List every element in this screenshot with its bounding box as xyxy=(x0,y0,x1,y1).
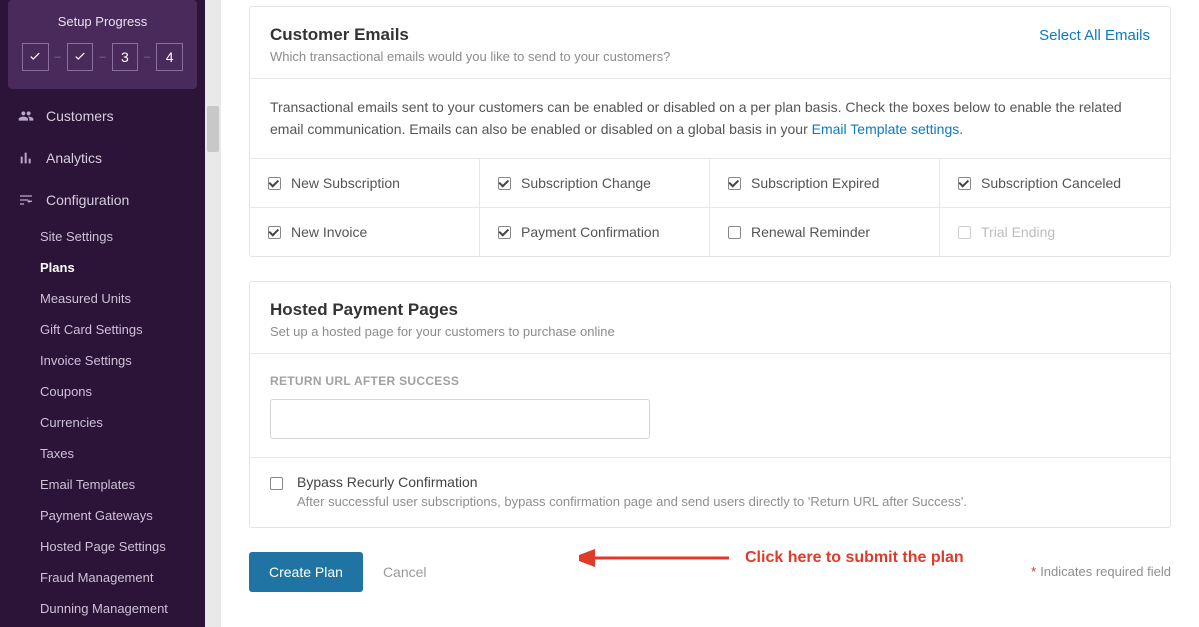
subnav-taxes[interactable]: Taxes xyxy=(0,438,205,469)
nav-label: Analytics xyxy=(46,150,102,166)
main-scrollbar-thumb[interactable] xyxy=(207,106,219,152)
select-all-emails-link[interactable]: Select All Emails xyxy=(1039,27,1150,44)
cancel-link[interactable]: Cancel xyxy=(383,564,427,580)
subnav-site-settings[interactable]: Site Settings xyxy=(0,221,205,252)
subnav-payment-gateways[interactable]: Payment Gateways xyxy=(0,500,205,531)
config-icon xyxy=(18,192,34,208)
bypass-row: Bypass Recurly Confirmation After succes… xyxy=(250,457,1170,527)
email-label: New Subscription xyxy=(291,175,400,191)
email-new-invoice[interactable]: New Invoice xyxy=(250,207,480,256)
email-label: Renewal Reminder xyxy=(751,224,870,240)
email-label: Trial Ending xyxy=(981,224,1055,240)
subnav-dunning-management[interactable]: Dunning Management xyxy=(0,593,205,624)
required-note: *Indicates required field xyxy=(1031,564,1171,579)
checkbox[interactable] xyxy=(728,177,741,190)
subnav-coupons[interactable]: Coupons xyxy=(0,376,205,407)
customer-emails-description: Transactional emails sent to your custom… xyxy=(250,78,1170,158)
customer-emails-panel: Customer Emails Which transactional emai… xyxy=(249,6,1171,257)
checkbox[interactable] xyxy=(958,177,971,190)
analytics-icon xyxy=(18,150,34,166)
email-trial-ending: Trial Ending xyxy=(940,207,1170,256)
setup-step-2[interactable] xyxy=(67,43,94,71)
email-subscription-expired[interactable]: Subscription Expired xyxy=(710,158,940,207)
hosted-payment-panel: Hosted Payment Pages Set up a hosted pag… xyxy=(249,281,1171,528)
setup-steps: – – 3 – 4 xyxy=(22,43,183,71)
email-label: Payment Confirmation xyxy=(521,224,660,240)
email-template-settings-link[interactable]: Email Template settings xyxy=(812,121,960,137)
checkbox[interactable] xyxy=(728,226,741,239)
subnav-plans[interactable]: Plans xyxy=(0,252,205,283)
setup-progress-card: Setup Progress – – 3 – 4 xyxy=(8,0,197,89)
email-payment-confirmation[interactable]: Payment Confirmation xyxy=(480,207,710,256)
step-sep: – xyxy=(99,51,105,63)
email-label: Subscription Canceled xyxy=(981,175,1121,191)
bypass-hint: After successful user subscriptions, byp… xyxy=(297,494,967,509)
email-label: Subscription Change xyxy=(521,175,651,191)
hosted-payment-title: Hosted Payment Pages xyxy=(270,300,615,320)
checkbox[interactable] xyxy=(498,226,511,239)
nav-customers[interactable]: Customers xyxy=(0,95,205,137)
return-url-input[interactable] xyxy=(270,399,650,439)
bypass-checkbox[interactable] xyxy=(270,477,283,490)
subnav-email-templates[interactable]: Email Templates xyxy=(0,469,205,500)
checkbox[interactable] xyxy=(268,226,281,239)
config-subnav: Site Settings Plans Measured Units Gift … xyxy=(0,221,205,624)
email-new-subscription[interactable]: New Subscription xyxy=(250,158,480,207)
subnav-hosted-page-settings[interactable]: Hosted Page Settings xyxy=(0,531,205,562)
main-content: Customer Emails Which transactional emai… xyxy=(221,0,1199,627)
sidebar: Setup Progress – – 3 – 4 Customers Analy… xyxy=(0,0,205,627)
desc-text: Transactional emails sent to your custom… xyxy=(270,99,1122,137)
subnav-measured-units[interactable]: Measured Units xyxy=(0,283,205,314)
return-url-field-wrap: RETURN URL AFTER SUCCESS xyxy=(250,353,1170,457)
customer-emails-subtitle: Which transactional emails would you lik… xyxy=(270,49,670,64)
email-renewal-reminder[interactable]: Renewal Reminder xyxy=(710,207,940,256)
return-url-label: RETURN URL AFTER SUCCESS xyxy=(270,372,1150,391)
setup-step-4[interactable]: 4 xyxy=(156,43,183,71)
form-actions: Create Plan Cancel *Indicates required f… xyxy=(249,552,1171,592)
bypass-label: Bypass Recurly Confirmation xyxy=(297,474,967,490)
users-icon xyxy=(18,108,34,124)
step-sep: – xyxy=(55,51,61,63)
main-scrollbar-track[interactable] xyxy=(205,0,221,627)
emails-grid: New Subscription Subscription Change Sub… xyxy=(250,158,1170,256)
customer-emails-title: Customer Emails xyxy=(270,25,670,45)
subnav-invoice-settings[interactable]: Invoice Settings xyxy=(0,345,205,376)
nav-label: Configuration xyxy=(46,192,129,208)
subnav-gift-card-settings[interactable]: Gift Card Settings xyxy=(0,314,205,345)
hosted-payment-subtitle: Set up a hosted page for your customers … xyxy=(270,324,615,339)
subnav-currencies[interactable]: Currencies xyxy=(0,407,205,438)
checkbox[interactable] xyxy=(498,177,511,190)
subnav-fraud-management[interactable]: Fraud Management xyxy=(0,562,205,593)
setup-progress-title: Setup Progress xyxy=(22,14,183,29)
nav-configuration[interactable]: Configuration xyxy=(0,179,205,221)
check-icon xyxy=(73,50,87,64)
desc-suffix: . xyxy=(959,121,963,137)
create-plan-button[interactable]: Create Plan xyxy=(249,552,363,592)
setup-step-3[interactable]: 3 xyxy=(112,43,139,71)
email-label: Subscription Expired xyxy=(751,175,879,191)
step-sep: – xyxy=(144,51,150,63)
email-label: New Invoice xyxy=(291,224,367,240)
nav-analytics[interactable]: Analytics xyxy=(0,137,205,179)
checkbox[interactable] xyxy=(268,177,281,190)
nav-label: Customers xyxy=(46,108,114,124)
email-subscription-change[interactable]: Subscription Change xyxy=(480,158,710,207)
setup-step-1[interactable] xyxy=(22,43,49,71)
check-icon xyxy=(28,50,42,64)
email-subscription-canceled[interactable]: Subscription Canceled xyxy=(940,158,1170,207)
checkbox xyxy=(958,226,971,239)
